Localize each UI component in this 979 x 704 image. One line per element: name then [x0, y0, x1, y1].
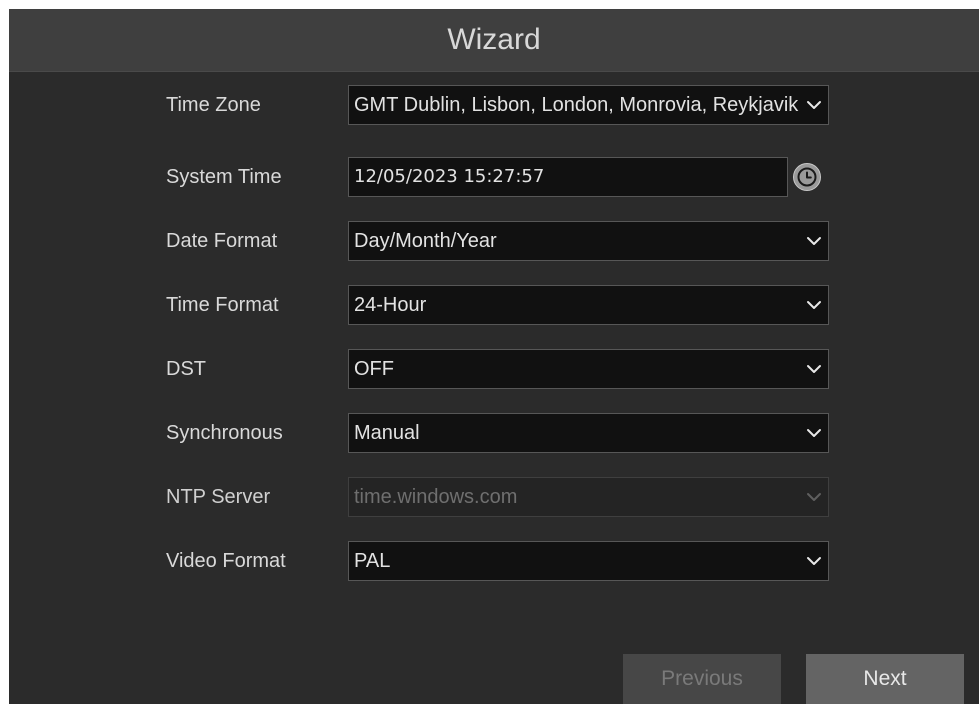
wizard-window: Wizard Time Zone GMT Dublin, Lisbon, Lon…: [9, 9, 979, 704]
video-format-label: Video Format: [166, 550, 286, 572]
system-time-input[interactable]: 12/05/2023 15:27:57: [348, 157, 788, 197]
ntp-server-label: NTP Server: [166, 486, 271, 508]
synchronous-row: Synchronous Manual: [9, 413, 979, 453]
clock-button[interactable]: [793, 163, 821, 191]
chevron-down-icon: [807, 493, 821, 501]
chevron-down-icon: [807, 557, 821, 565]
time-format-label: Time Format: [166, 294, 279, 316]
chevron-down-icon: [807, 301, 821, 309]
date-format-dropdown[interactable]: Day/Month/Year: [348, 221, 829, 261]
time-zone-value: GMT Dublin, Lisbon, London, Monrovia, Re…: [354, 94, 799, 116]
time-format-row: Time Format 24-Hour: [9, 285, 979, 325]
video-format-row: Video Format PAL: [9, 541, 979, 581]
date-format-label: Date Format: [166, 230, 278, 252]
synchronous-label: Synchronous: [166, 422, 283, 444]
time-format-dropdown[interactable]: 24-Hour: [348, 285, 829, 325]
time-zone-row: Time Zone GMT Dublin, Lisbon, London, Mo…: [9, 85, 979, 125]
dst-value: OFF: [354, 358, 394, 380]
clock-icon: [797, 167, 817, 187]
date-format-value: Day/Month/Year: [354, 230, 497, 252]
system-time-label: System Time: [166, 166, 282, 188]
chevron-down-icon: [807, 101, 821, 109]
ntp-server-dropdown: time.windows.com: [348, 477, 829, 517]
time-zone-dropdown[interactable]: GMT Dublin, Lisbon, London, Monrovia, Re…: [348, 85, 829, 125]
synchronous-value: Manual: [354, 422, 420, 444]
date-format-row: Date Format Day/Month/Year: [9, 221, 979, 261]
synchronous-dropdown[interactable]: Manual: [348, 413, 829, 453]
window-title: Wizard: [447, 23, 541, 56]
system-time-row: System Time 12/05/2023 15:27:57: [9, 157, 979, 197]
dst-dropdown[interactable]: OFF: [348, 349, 829, 389]
chevron-down-icon: [807, 429, 821, 437]
video-format-dropdown[interactable]: PAL: [348, 541, 829, 581]
chevron-down-icon: [807, 237, 821, 245]
next-button[interactable]: Next: [806, 654, 964, 704]
time-format-value: 24-Hour: [354, 294, 427, 316]
video-format-value: PAL: [354, 550, 391, 572]
time-zone-label: Time Zone: [166, 94, 261, 116]
ntp-server-row: NTP Server time.windows.com: [9, 477, 979, 517]
previous-button[interactable]: Previous: [623, 654, 781, 704]
dst-row: DST OFF: [9, 349, 979, 389]
chevron-down-icon: [807, 365, 821, 373]
title-bar: Wizard: [9, 9, 979, 72]
dst-label: DST: [166, 358, 206, 380]
system-time-value: 12/05/2023 15:27:57: [354, 166, 545, 187]
ntp-server-value: time.windows.com: [354, 486, 518, 508]
